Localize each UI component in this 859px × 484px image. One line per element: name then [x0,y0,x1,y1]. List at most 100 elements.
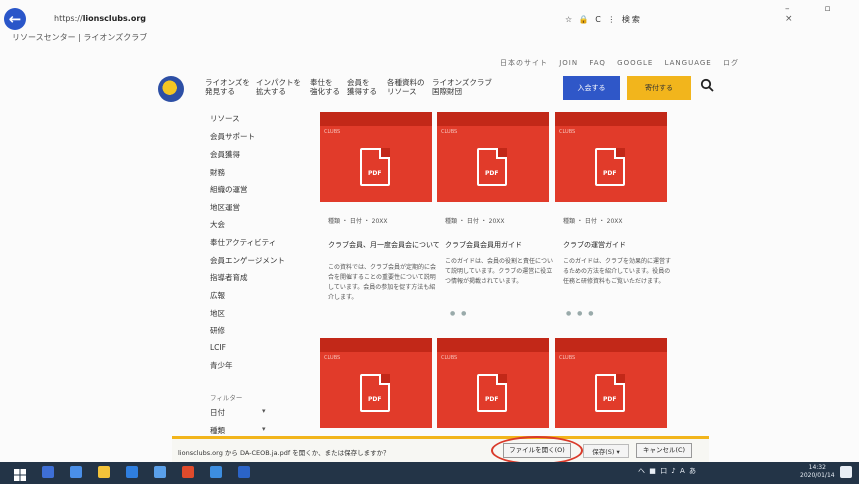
card-tag: CLUBS [441,355,458,361]
url-domain: lionsclubs.org [82,14,146,23]
url-prefix: https:// [54,14,83,23]
card-tag: CLUBS [559,355,576,361]
nav-discover[interactable]: ライオンズを 発見する [205,78,250,96]
sidebar-item[interactable]: 会員サポート [210,131,255,142]
nav-impact[interactable]: インパクトを 拡大する [256,78,301,96]
highlight-circle [491,436,583,465]
lions-logo[interactable] [158,76,184,102]
nav-line: 会員を [347,78,370,87]
system-tray[interactable]: へ ■ 口 ♪ A あ [638,466,697,476]
back-button[interactable]: ← [4,8,26,30]
sidebar-item[interactable]: 大会 [210,219,225,230]
chevron-down-icon[interactable]: ▾ [262,425,266,433]
file-explorer-icon[interactable] [98,466,110,478]
pdf-file-icon: PDF [595,374,625,412]
utility-link[interactable]: GOOGLE [617,59,653,67]
screen: ← https://lionsclubs.org リソースセンター | ライオン… [0,0,859,484]
sidebar-item[interactable]: 指導者育成 [210,272,248,283]
utility-link[interactable]: FAQ [589,59,606,67]
pdf-file-icon: PDF [477,148,507,186]
cancel-button[interactable]: キャンセル(C) [636,443,692,458]
filter-section-label: フィルター [210,394,243,402]
card-thumbnail[interactable]: CLUBS PDF [555,338,667,428]
search-icon[interactable] [700,77,714,96]
nav-line: ライオンズクラブ [432,78,492,87]
pdf-label: PDF [603,170,617,177]
window-controls[interactable]: – ▫ × [785,4,859,24]
card-tag: CLUBS [559,129,576,135]
card-description: この資料では、クラブ会員が定期的に会合を開催することの重要性について説明していま… [328,264,437,301]
sidebar-item[interactable]: 会員獲得 [210,149,240,160]
card-tag: CLUBS [324,355,341,361]
utility-link[interactable]: 日本のサイト [500,59,548,67]
start-button-icon[interactable] [14,466,26,481]
card-thumbnail[interactable]: CLUBS PDF [437,338,549,428]
nav-line: 獲得する [347,87,377,96]
card-thumbnail[interactable]: CLUBS PDF [437,112,549,202]
pdf-label: PDF [368,170,382,177]
sidebar-item[interactable]: リソース [210,113,240,124]
card-tag: CLUBS [324,129,341,135]
taskbar-clock[interactable]: 14:32 2020/01/14 [800,464,835,480]
card-meta: 種類 ・ 日付 ・ 20XX [563,218,623,225]
sidebar-item[interactable]: LCIF [210,343,226,352]
pdf-label: PDF [485,396,499,403]
sidebar-item[interactable]: 広報 [210,290,225,301]
card-thumbnail[interactable]: CLUBS PDF [320,338,432,428]
word-icon[interactable] [238,466,250,478]
card-title[interactable]: クラブの運営ガイド [563,240,626,250]
office-icon[interactable] [182,466,194,478]
sidebar-item[interactable]: 奉仕アクティビティ [210,237,276,248]
utility-link[interactable]: ログ [723,59,739,67]
pdf-label: PDF [485,170,499,177]
utility-links[interactable]: 日本のサイト JOIN FAQ GOOGLE LANGUAGE ログ [500,58,739,68]
nav-line: ライオンズを [205,78,250,87]
card-title[interactable]: クラブ会員、月一度会員会について [328,240,440,250]
browser-icon[interactable] [70,466,82,478]
sidebar-item[interactable]: 地区運営 [210,202,240,213]
nav-line: 国際財団 [432,87,462,96]
app-icon[interactable] [210,466,222,478]
nav-line: 発見する [205,87,235,96]
download-message: lionsclubs.org から DA-CEOB.ja.pdf を開くか、また… [178,449,390,457]
ellipsis-icon: ● ● ● [566,310,596,317]
filter-type[interactable]: 種類 [210,425,225,436]
nav-resources[interactable]: 各種資料の リソース [387,78,425,96]
bookmark-item[interactable]: リソースセンター | ライオンズクラブ [12,32,147,43]
edge-icon[interactable] [126,466,138,478]
sidebar-item[interactable]: 青少年 [210,360,233,371]
sidebar-item[interactable]: 財務 [210,167,225,178]
utility-link[interactable]: JOIN [559,59,578,67]
nav-members[interactable]: 会員を 獲得する [347,78,377,96]
address-bar[interactable]: https://lionsclubs.org [54,14,146,23]
task-view-icon[interactable] [42,466,54,478]
save-button[interactable]: 保存(S) ▾ [583,444,629,458]
nav-line: 各種資料の [387,78,425,87]
utility-link[interactable]: LANGUAGE [665,59,712,67]
nav-line: 強化する [310,87,340,96]
notification-icon[interactable] [840,466,852,478]
nav-foundation[interactable]: ライオンズクラブ 国際財団 [432,78,492,96]
mail-icon[interactable] [154,466,166,478]
donate-button[interactable]: 寄付する [627,76,691,100]
filter-date[interactable]: 日付 [210,407,225,418]
pdf-file-icon: PDF [595,148,625,186]
card-title[interactable]: クラブ会員会員用ガイド [445,240,522,250]
card-thumbnail[interactable]: CLUBS PDF [320,112,432,202]
pdf-file-icon: PDF [477,374,507,412]
card-thumbnail[interactable]: CLUBS PDF [555,112,667,202]
nav-service[interactable]: 奉仕を 強化する [310,78,340,96]
pdf-file-icon: PDF [360,148,390,186]
sidebar-item[interactable]: 地区 [210,308,225,319]
ellipsis-icon: ● ● [450,310,469,317]
chevron-down-icon[interactable]: ▾ [262,407,266,415]
pdf-file-icon: PDF [360,374,390,412]
browser-toolbar[interactable]: ☆ 🔒 C ⋮ 検索 [565,14,642,25]
nav-line: 拡大する [256,87,286,96]
card-description: このガイドは、クラブを効果的に運営するための方法を紹介しています。役員の任務と研… [563,258,672,285]
sidebar-item[interactable]: 研修 [210,325,225,336]
pdf-label: PDF [368,396,382,403]
sidebar-item[interactable]: 組織の運営 [210,184,248,195]
sidebar-item[interactable]: 会員エンゲージメント [210,255,285,266]
join-button[interactable]: 入会する [563,76,620,100]
